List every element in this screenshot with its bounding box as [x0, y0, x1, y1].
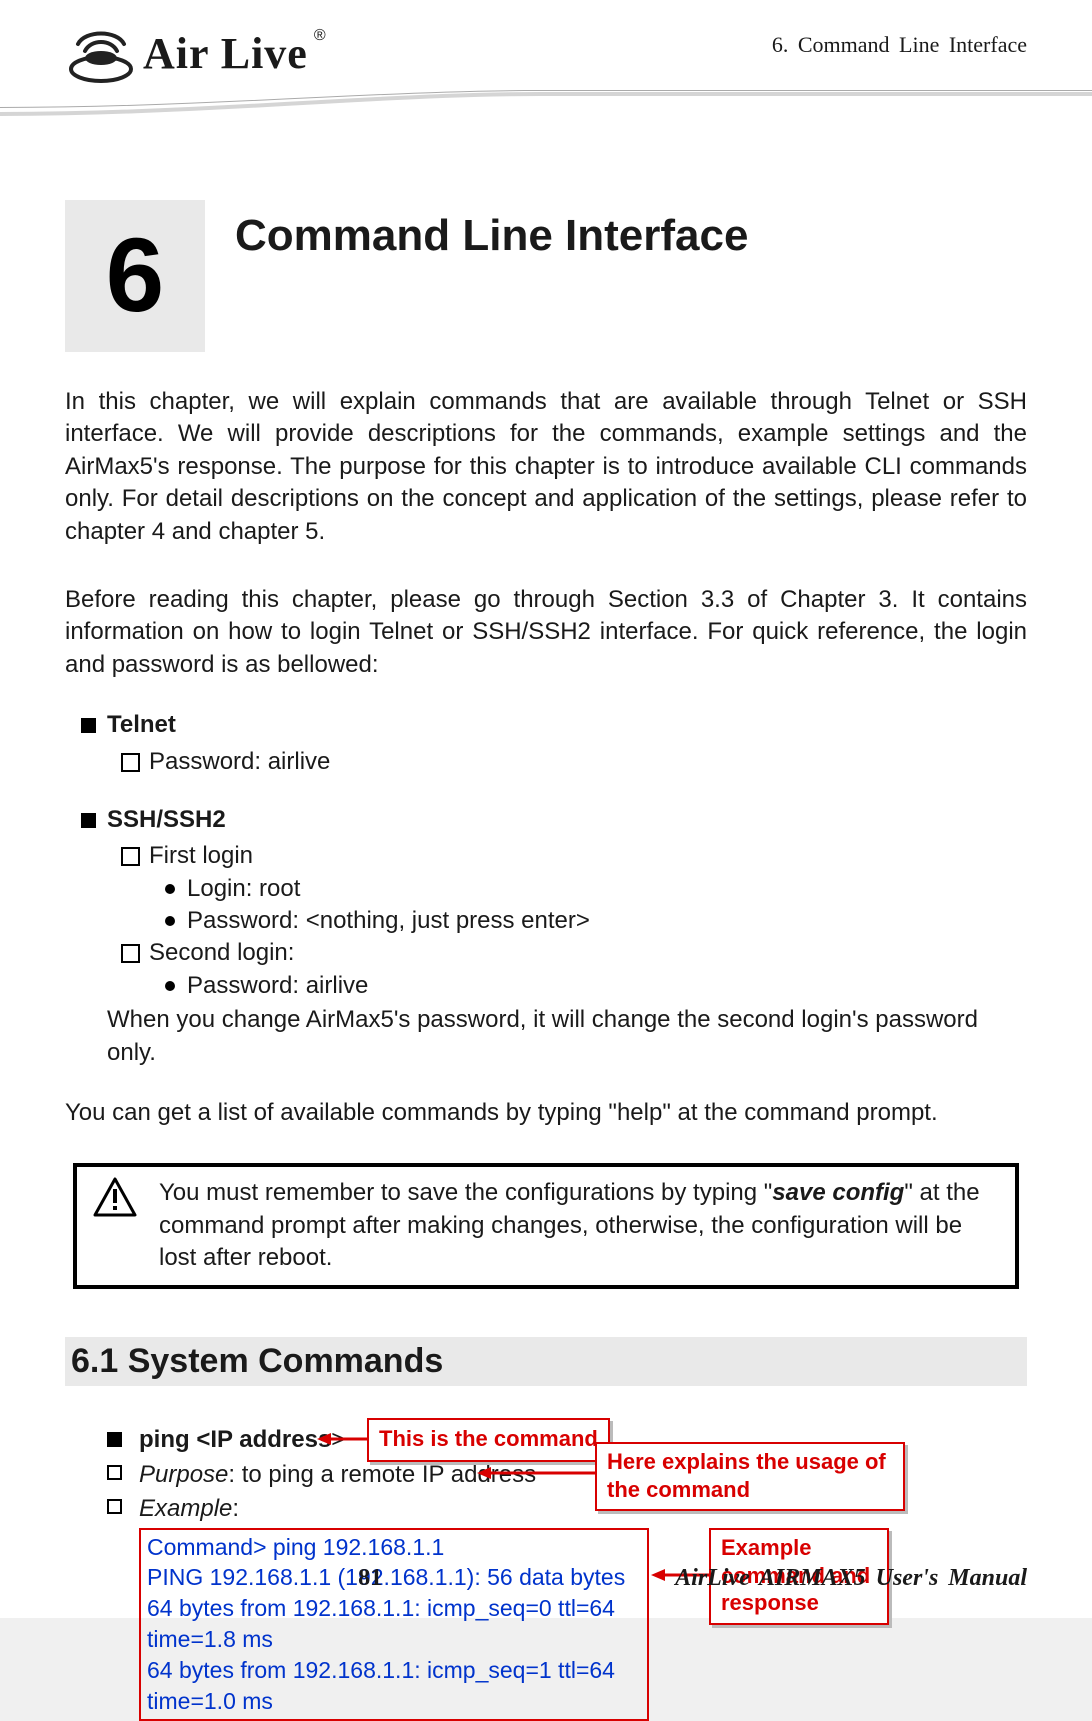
ping-command-label: ping <IP address>: [139, 1426, 345, 1453]
arrow-left-icon: [477, 1462, 597, 1484]
content: 6 Command Line Interface In this chapter…: [65, 200, 1027, 1548]
page-number: 81: [358, 1562, 382, 1594]
header-divider-icon: [0, 90, 1092, 120]
logo-mark-icon: [65, 24, 137, 84]
warning-icon: [93, 1177, 137, 1217]
section-heading: 6.1 System Commands: [65, 1337, 1027, 1387]
ssh-second-login-label: Second login:: [149, 939, 294, 966]
ping-purpose-label: Purpose: [139, 1461, 228, 1488]
warning-box: You must remember to save the configurat…: [73, 1163, 1019, 1288]
ssh-first-login: First login Login: root Password: <nothi…: [107, 840, 1027, 937]
arrow-left-icon: [317, 1428, 369, 1450]
page-footer: 81 AirLive AIRMAX5 User's Manual: [0, 1562, 1092, 1594]
trademark-icon: ®: [314, 25, 326, 47]
ping-command-text: ping <IP address: [139, 1426, 331, 1453]
ssh-second-login-pass: Password: airlive: [149, 970, 1027, 1002]
ssh-section: SSH/SSH2 First login Login: root Passwor…: [65, 804, 1027, 1069]
login-methods-list: Telnet Password: airlive SSH/SSH2 First …: [65, 709, 1027, 1069]
telnet-password: Password: airlive: [107, 746, 1027, 778]
ssh-first-login-user: Login: root: [149, 873, 1027, 905]
chapter-heading: 6 Command Line Interface: [65, 200, 1027, 352]
warning-pre: You must remember to save the configurat…: [159, 1179, 772, 1206]
filled-square-icon: [107, 1432, 122, 1447]
help-line: You can get a list of available commands…: [65, 1097, 1027, 1129]
ping-example-colon: :: [232, 1495, 239, 1522]
ssh-second-login: Second login: Password: airlive: [107, 937, 1027, 1002]
ping-output-line: 64 bytes from 192.168.1.1: icmp_seq=0 tt…: [147, 1593, 641, 1655]
logo-text: Air Live: [143, 24, 308, 83]
page: Air Live ® 6. Command Line Interface 6 C…: [0, 0, 1092, 1618]
running-header: 6. Command Line Interface: [772, 30, 1027, 60]
hollow-square-icon: [107, 1499, 122, 1514]
before-paragraph: Before reading this chapter, please go t…: [65, 584, 1027, 681]
page-header: Air Live ® 6. Command Line Interface: [0, 0, 1092, 100]
callout-command: This is the command: [367, 1418, 610, 1462]
warning-bold: save config: [772, 1179, 904, 1206]
hollow-square-icon: [107, 1465, 122, 1480]
telnet-label: Telnet: [107, 711, 176, 738]
warning-text: You must remember to save the configurat…: [159, 1177, 999, 1274]
manual-title: AirLive AIRMAX5 User's Manual: [675, 1562, 1027, 1594]
ssh-first-login-pass: Password: <nothing, just press enter>: [149, 905, 1027, 937]
telnet-section: Telnet Password: airlive: [65, 709, 1027, 778]
ssh-label: SSH/SSH2: [107, 806, 226, 833]
ssh-password-note: When you change AirMax5's password, it w…: [107, 1004, 1027, 1069]
intro-paragraph: In this chapter, we will explain command…: [65, 386, 1027, 548]
chapter-number: 6: [65, 200, 205, 352]
ping-output-line: 64 bytes from 192.168.1.1: icmp_seq=1 tt…: [147, 1655, 641, 1717]
ping-output-box: Command> ping 192.168.1.1 PING 192.168.1…: [139, 1528, 649, 1721]
callout-usage: Here explains the usage of the command: [595, 1442, 905, 1511]
chapter-title: Command Line Interface: [235, 206, 748, 265]
ping-example-label: Example: [139, 1495, 232, 1522]
brand-logo: Air Live ®: [65, 24, 326, 84]
ssh-first-login-label: First login: [149, 842, 253, 869]
ping-output-line: Command> ping 192.168.1.1: [147, 1532, 641, 1563]
